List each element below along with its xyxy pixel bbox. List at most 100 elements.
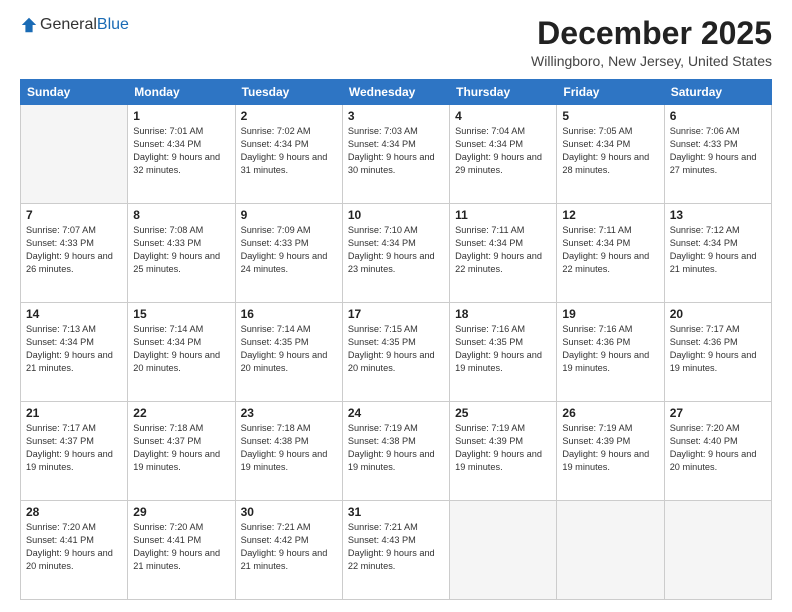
- day-info: Sunrise: 7:17 AMSunset: 4:36 PMDaylight:…: [670, 323, 766, 375]
- day-number: 11: [455, 208, 551, 222]
- calendar-cell: 21 Sunrise: 7:17 AMSunset: 4:37 PMDaylig…: [21, 402, 128, 501]
- calendar-cell: [21, 105, 128, 204]
- calendar-week-1: 1 Sunrise: 7:01 AMSunset: 4:34 PMDayligh…: [21, 105, 772, 204]
- day-number: 24: [348, 406, 444, 420]
- calendar-cell: 17 Sunrise: 7:15 AMSunset: 4:35 PMDaylig…: [342, 303, 449, 402]
- calendar-cell: 31 Sunrise: 7:21 AMSunset: 4:43 PMDaylig…: [342, 501, 449, 600]
- day-number: 15: [133, 307, 229, 321]
- day-info: Sunrise: 7:06 AMSunset: 4:33 PMDaylight:…: [670, 125, 766, 177]
- day-info: Sunrise: 7:16 AMSunset: 4:35 PMDaylight:…: [455, 323, 551, 375]
- day-number: 29: [133, 505, 229, 519]
- day-info: Sunrise: 7:04 AMSunset: 4:34 PMDaylight:…: [455, 125, 551, 177]
- calendar-cell: 9 Sunrise: 7:09 AMSunset: 4:33 PMDayligh…: [235, 204, 342, 303]
- day-info: Sunrise: 7:19 AMSunset: 4:39 PMDaylight:…: [455, 422, 551, 474]
- location: Willingboro, New Jersey, United States: [531, 53, 772, 69]
- day-info: Sunrise: 7:20 AMSunset: 4:41 PMDaylight:…: [133, 521, 229, 573]
- calendar-cell: 23 Sunrise: 7:18 AMSunset: 4:38 PMDaylig…: [235, 402, 342, 501]
- day-number: 14: [26, 307, 122, 321]
- day-info: Sunrise: 7:17 AMSunset: 4:37 PMDaylight:…: [26, 422, 122, 474]
- calendar-cell: [450, 501, 557, 600]
- calendar-cell: 20 Sunrise: 7:17 AMSunset: 4:36 PMDaylig…: [664, 303, 771, 402]
- day-info: Sunrise: 7:12 AMSunset: 4:34 PMDaylight:…: [670, 224, 766, 276]
- day-info: Sunrise: 7:19 AMSunset: 4:39 PMDaylight:…: [562, 422, 658, 474]
- day-header-thursday: Thursday: [450, 80, 557, 105]
- day-number: 28: [26, 505, 122, 519]
- header: GeneralBlue December 2025 Willingboro, N…: [20, 16, 772, 69]
- day-header-monday: Monday: [128, 80, 235, 105]
- day-info: Sunrise: 7:16 AMSunset: 4:36 PMDaylight:…: [562, 323, 658, 375]
- calendar-cell: 16 Sunrise: 7:14 AMSunset: 4:35 PMDaylig…: [235, 303, 342, 402]
- calendar-cell: 19 Sunrise: 7:16 AMSunset: 4:36 PMDaylig…: [557, 303, 664, 402]
- calendar-cell: 2 Sunrise: 7:02 AMSunset: 4:34 PMDayligh…: [235, 105, 342, 204]
- calendar-cell: 14 Sunrise: 7:13 AMSunset: 4:34 PMDaylig…: [21, 303, 128, 402]
- logo-blue: Blue: [97, 16, 129, 33]
- calendar-cell: [664, 501, 771, 600]
- calendar-cell: 18 Sunrise: 7:16 AMSunset: 4:35 PMDaylig…: [450, 303, 557, 402]
- calendar-cell: 26 Sunrise: 7:19 AMSunset: 4:39 PMDaylig…: [557, 402, 664, 501]
- day-number: 26: [562, 406, 658, 420]
- day-info: Sunrise: 7:21 AMSunset: 4:43 PMDaylight:…: [348, 521, 444, 573]
- day-info: Sunrise: 7:07 AMSunset: 4:33 PMDaylight:…: [26, 224, 122, 276]
- day-number: 8: [133, 208, 229, 222]
- calendar-cell: 5 Sunrise: 7:05 AMSunset: 4:34 PMDayligh…: [557, 105, 664, 204]
- day-number: 19: [562, 307, 658, 321]
- calendar-cell: 10 Sunrise: 7:10 AMSunset: 4:34 PMDaylig…: [342, 204, 449, 303]
- day-number: 10: [348, 208, 444, 222]
- calendar-cell: 29 Sunrise: 7:20 AMSunset: 4:41 PMDaylig…: [128, 501, 235, 600]
- day-info: Sunrise: 7:02 AMSunset: 4:34 PMDaylight:…: [241, 125, 337, 177]
- day-number: 27: [670, 406, 766, 420]
- calendar-table: SundayMondayTuesdayWednesdayThursdayFrid…: [20, 79, 772, 600]
- logo-text: GeneralBlue: [40, 16, 129, 34]
- day-number: 2: [241, 109, 337, 123]
- day-info: Sunrise: 7:14 AMSunset: 4:34 PMDaylight:…: [133, 323, 229, 375]
- day-number: 12: [562, 208, 658, 222]
- calendar-week-5: 28 Sunrise: 7:20 AMSunset: 4:41 PMDaylig…: [21, 501, 772, 600]
- logo-general: General: [40, 16, 97, 33]
- day-number: 25: [455, 406, 551, 420]
- day-number: 16: [241, 307, 337, 321]
- day-number: 23: [241, 406, 337, 420]
- calendar-cell: 27 Sunrise: 7:20 AMSunset: 4:40 PMDaylig…: [664, 402, 771, 501]
- page: GeneralBlue December 2025 Willingboro, N…: [0, 0, 792, 612]
- calendar-cell: 7 Sunrise: 7:07 AMSunset: 4:33 PMDayligh…: [21, 204, 128, 303]
- month-year: December 2025: [531, 16, 772, 51]
- day-info: Sunrise: 7:21 AMSunset: 4:42 PMDaylight:…: [241, 521, 337, 573]
- calendar-cell: 15 Sunrise: 7:14 AMSunset: 4:34 PMDaylig…: [128, 303, 235, 402]
- calendar-cell: [557, 501, 664, 600]
- day-info: Sunrise: 7:18 AMSunset: 4:37 PMDaylight:…: [133, 422, 229, 474]
- calendar-cell: 28 Sunrise: 7:20 AMSunset: 4:41 PMDaylig…: [21, 501, 128, 600]
- day-header-wednesday: Wednesday: [342, 80, 449, 105]
- calendar-cell: 11 Sunrise: 7:11 AMSunset: 4:34 PMDaylig…: [450, 204, 557, 303]
- day-info: Sunrise: 7:01 AMSunset: 4:34 PMDaylight:…: [133, 125, 229, 177]
- day-info: Sunrise: 7:19 AMSunset: 4:38 PMDaylight:…: [348, 422, 444, 474]
- calendar-cell: 8 Sunrise: 7:08 AMSunset: 4:33 PMDayligh…: [128, 204, 235, 303]
- logo-icon: [20, 16, 38, 34]
- day-info: Sunrise: 7:05 AMSunset: 4:34 PMDaylight:…: [562, 125, 658, 177]
- calendar-week-3: 14 Sunrise: 7:13 AMSunset: 4:34 PMDaylig…: [21, 303, 772, 402]
- day-header-row: SundayMondayTuesdayWednesdayThursdayFrid…: [21, 80, 772, 105]
- calendar-cell: 12 Sunrise: 7:11 AMSunset: 4:34 PMDaylig…: [557, 204, 664, 303]
- day-number: 21: [26, 406, 122, 420]
- day-number: 20: [670, 307, 766, 321]
- day-number: 30: [241, 505, 337, 519]
- calendar-cell: 13 Sunrise: 7:12 AMSunset: 4:34 PMDaylig…: [664, 204, 771, 303]
- calendar-cell: 30 Sunrise: 7:21 AMSunset: 4:42 PMDaylig…: [235, 501, 342, 600]
- day-info: Sunrise: 7:15 AMSunset: 4:35 PMDaylight:…: [348, 323, 444, 375]
- calendar-cell: 25 Sunrise: 7:19 AMSunset: 4:39 PMDaylig…: [450, 402, 557, 501]
- calendar-cell: 6 Sunrise: 7:06 AMSunset: 4:33 PMDayligh…: [664, 105, 771, 204]
- calendar-cell: 4 Sunrise: 7:04 AMSunset: 4:34 PMDayligh…: [450, 105, 557, 204]
- day-info: Sunrise: 7:13 AMSunset: 4:34 PMDaylight:…: [26, 323, 122, 375]
- day-number: 7: [26, 208, 122, 222]
- day-info: Sunrise: 7:09 AMSunset: 4:33 PMDaylight:…: [241, 224, 337, 276]
- day-info: Sunrise: 7:20 AMSunset: 4:41 PMDaylight:…: [26, 521, 122, 573]
- logo: GeneralBlue: [20, 16, 129, 34]
- calendar-cell: 3 Sunrise: 7:03 AMSunset: 4:34 PMDayligh…: [342, 105, 449, 204]
- calendar-cell: 22 Sunrise: 7:18 AMSunset: 4:37 PMDaylig…: [128, 402, 235, 501]
- day-number: 4: [455, 109, 551, 123]
- day-number: 3: [348, 109, 444, 123]
- day-info: Sunrise: 7:14 AMSunset: 4:35 PMDaylight:…: [241, 323, 337, 375]
- title-block: December 2025 Willingboro, New Jersey, U…: [531, 16, 772, 69]
- day-number: 1: [133, 109, 229, 123]
- day-info: Sunrise: 7:03 AMSunset: 4:34 PMDaylight:…: [348, 125, 444, 177]
- calendar-cell: 24 Sunrise: 7:19 AMSunset: 4:38 PMDaylig…: [342, 402, 449, 501]
